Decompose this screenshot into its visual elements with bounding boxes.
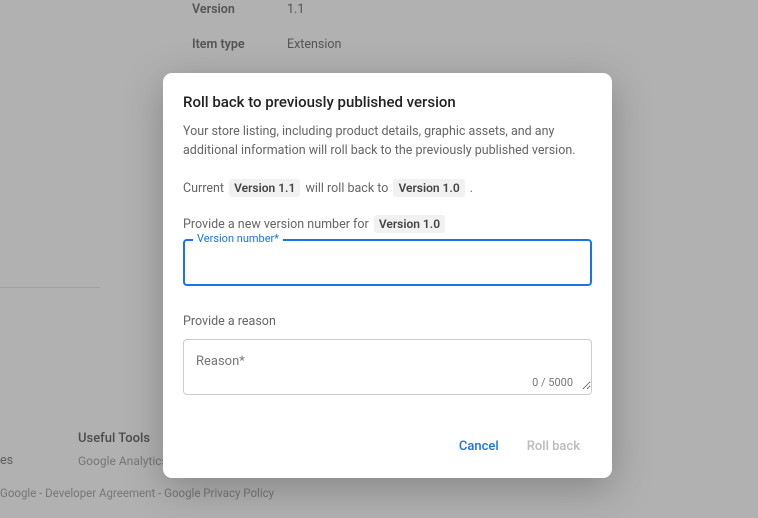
current-version-chip: Version 1.1 — [229, 179, 300, 197]
dialog-description: Your store listing, including product de… — [183, 123, 592, 161]
dialog-actions: Cancel Roll back — [183, 433, 592, 460]
current-prefix: Current — [183, 181, 224, 196]
rollback-mid-text: will roll back to — [305, 181, 388, 196]
version-input-label: Version number* — [193, 232, 283, 245]
version-info-line: Current Version 1.1 will roll back to Ve… — [183, 179, 592, 197]
reason-container: 0 / 5000 — [183, 339, 592, 395]
provide-version-chip: Version 1.0 — [374, 215, 445, 233]
cancel-button[interactable]: Cancel — [455, 433, 503, 460]
target-version-chip: Version 1.0 — [393, 179, 464, 197]
version-number-input[interactable] — [183, 239, 592, 286]
rollback-button[interactable]: Roll back — [523, 433, 584, 460]
dialog-title: Roll back to previously published versio… — [183, 93, 592, 111]
reason-label: Provide a reason — [183, 314, 592, 329]
version-input-container: Version number* — [183, 239, 592, 286]
reason-textarea[interactable] — [184, 340, 591, 390]
provide-prefix: Provide a new version number for — [183, 217, 369, 232]
provide-version-line: Provide a new version number for Version… — [183, 215, 592, 233]
period: . — [470, 181, 473, 196]
rollback-dialog: Roll back to previously published versio… — [163, 73, 612, 478]
